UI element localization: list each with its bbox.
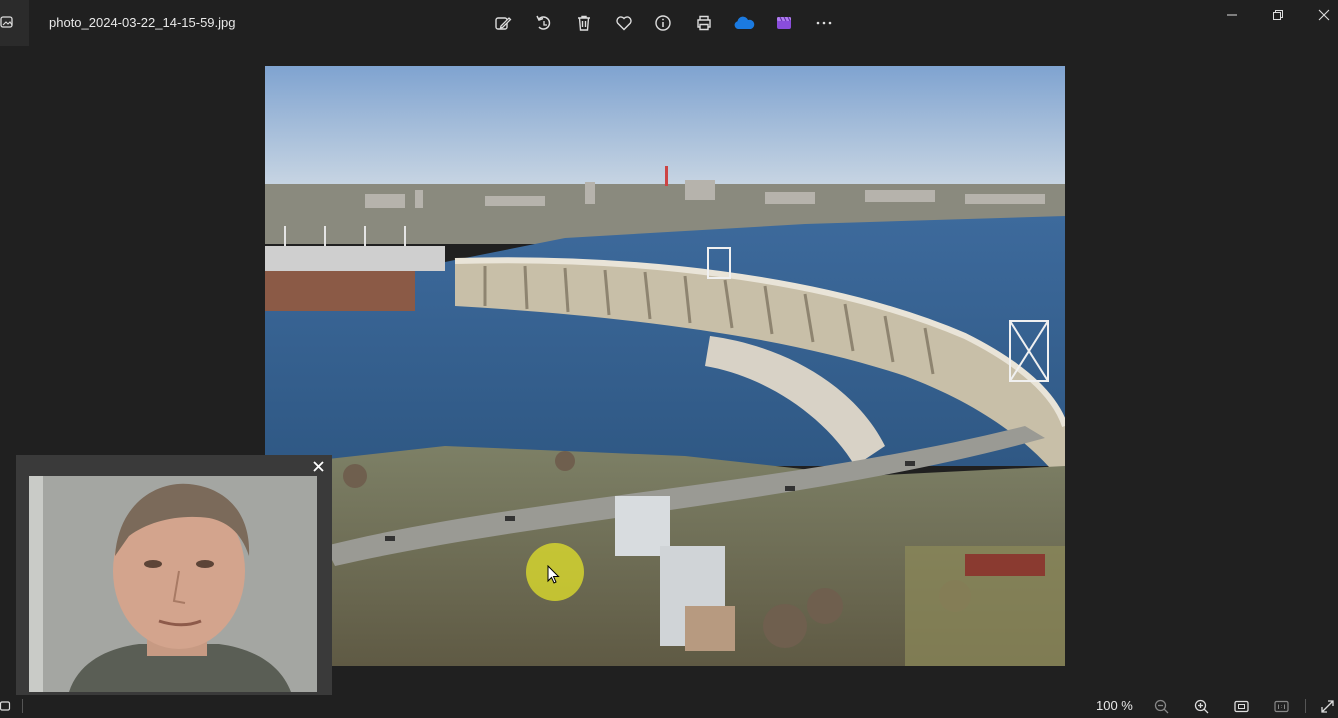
favorite-button[interactable] xyxy=(611,10,637,36)
filmstrip-toggle-button[interactable] xyxy=(0,699,12,713)
minimize-icon xyxy=(1227,14,1237,16)
title-bar: photo_2024-03-22_14-15-59.jpg xyxy=(0,0,1338,46)
photo-viewer-image[interactable] xyxy=(265,66,1065,666)
app-icon[interactable] xyxy=(0,0,29,46)
restore-icon xyxy=(1273,10,1283,20)
zoom-level: 100 % xyxy=(1096,698,1133,713)
zoom-in-button[interactable] xyxy=(1192,697,1210,715)
onedrive-icon xyxy=(734,16,755,29)
minimize-button[interactable] xyxy=(1217,4,1247,26)
print-button[interactable] xyxy=(691,10,717,36)
status-divider xyxy=(22,699,23,713)
edit-image-button[interactable] xyxy=(490,10,516,36)
print-icon xyxy=(697,15,711,31)
clipchamp-icon xyxy=(777,16,791,29)
delete-button[interactable] xyxy=(571,10,597,36)
close-icon xyxy=(1318,9,1330,21)
fit-window-button[interactable] xyxy=(1232,697,1250,715)
filmstrip-icon xyxy=(0,701,11,711)
zoom-out-icon xyxy=(1154,699,1168,713)
fit-window-icon xyxy=(1233,700,1249,712)
zoom-in-icon xyxy=(1194,699,1208,713)
rotate-button[interactable] xyxy=(531,10,557,36)
onedrive-button[interactable] xyxy=(731,10,757,36)
photos-app-icon xyxy=(0,16,13,28)
close-icon xyxy=(312,460,324,472)
actual-size-button[interactable] xyxy=(1272,697,1290,715)
actual-size-icon xyxy=(1273,700,1289,712)
more-options-button[interactable] xyxy=(811,10,837,36)
rotate-icon xyxy=(536,15,551,30)
info-icon xyxy=(655,15,671,31)
delete-icon xyxy=(578,15,590,31)
mouse-cursor-icon xyxy=(547,565,560,584)
status-bar: 100 % xyxy=(0,695,1338,717)
edit-image-icon xyxy=(495,17,512,30)
info-button[interactable] xyxy=(650,10,676,36)
file-name: photo_2024-03-22_14-15-59.jpg xyxy=(49,15,236,30)
zoom-out-button[interactable] xyxy=(1152,697,1170,715)
webcam-close-button[interactable] xyxy=(309,457,327,475)
status-separator xyxy=(1305,699,1306,713)
webcam-person xyxy=(29,476,317,692)
fullscreen-button[interactable] xyxy=(1318,697,1336,715)
favorite-icon xyxy=(616,16,632,31)
restore-button[interactable] xyxy=(1263,4,1293,26)
more-options-icon xyxy=(816,21,832,25)
close-window-button[interactable] xyxy=(1309,4,1338,26)
dam-photo xyxy=(265,66,1065,666)
webcam-feed xyxy=(29,476,317,692)
fullscreen-icon xyxy=(1320,699,1334,713)
clipchamp-button[interactable] xyxy=(771,10,797,36)
